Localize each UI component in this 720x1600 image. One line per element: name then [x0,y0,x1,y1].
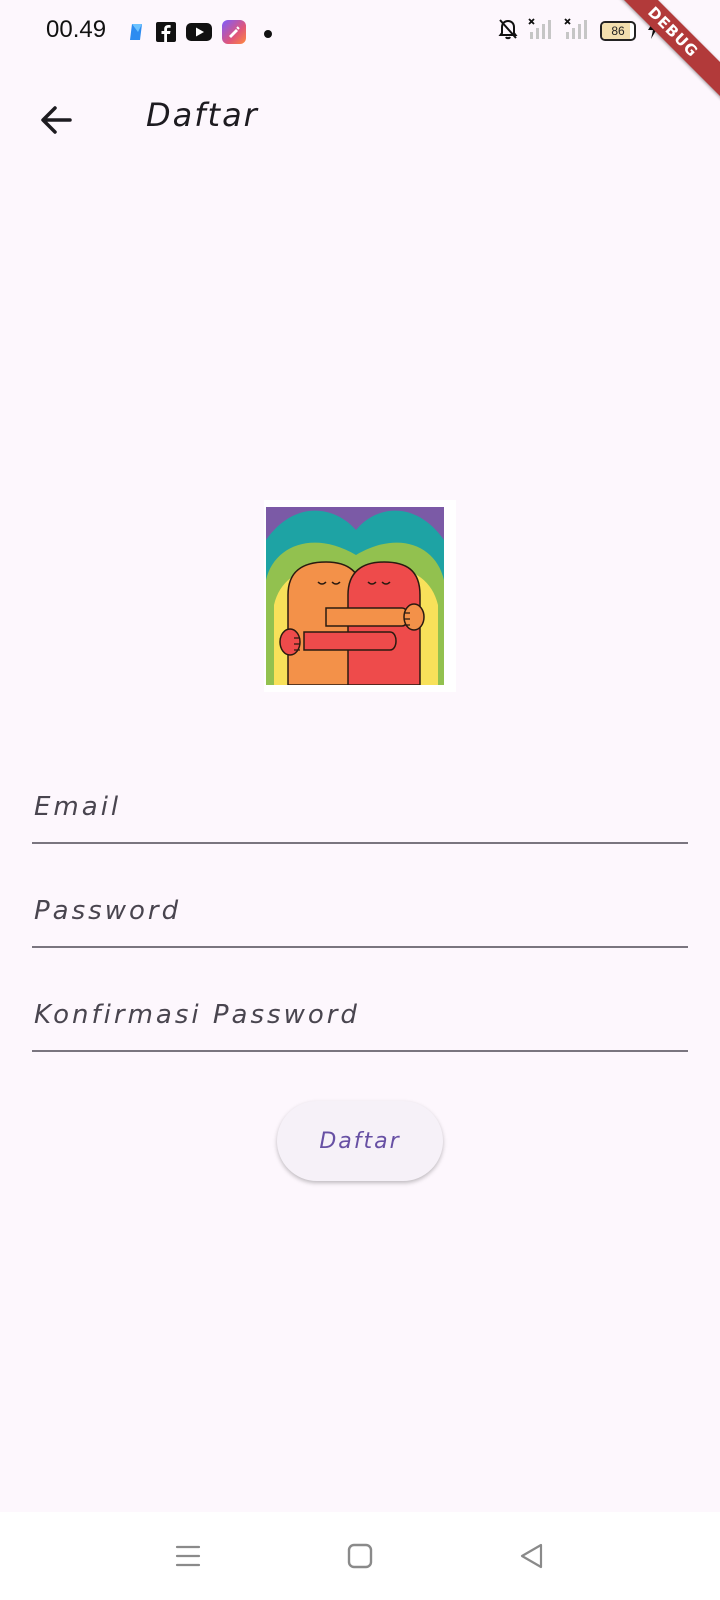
bell-off-icon [498,18,518,44]
menu-icon [175,1545,201,1567]
recent-apps-button[interactable] [166,1534,210,1578]
battery-icon: 86 [600,21,636,41]
email-field[interactable] [32,744,688,844]
signal-icon [528,18,554,44]
youtube-icon [186,22,212,46]
system-back-button[interactable] [510,1534,554,1578]
app-icon [126,22,146,46]
email-input[interactable] [32,744,688,842]
home-button[interactable] [338,1534,382,1578]
confirm-password-field[interactable] [32,952,688,1052]
system-status-icons: 86 [498,18,660,44]
password-field[interactable] [32,848,688,948]
hug-illustration [264,500,456,692]
notification-icons [126,20,272,48]
app-bar: Daftar [0,64,720,176]
arrow-back-icon [41,106,72,134]
signal-icon [564,18,590,44]
battery-level: 86 [611,24,625,38]
system-navigation-bar [0,1512,720,1600]
app-icon [222,20,246,48]
register-button[interactable]: Daftar [277,1101,443,1181]
square-home-icon [347,1543,373,1569]
more-notifications-dot [264,30,272,38]
status-bar: 00.49 86 DEBUG [0,0,720,101]
status-time: 00.49 [46,16,107,43]
facebook-icon [156,22,176,46]
confirm-password-input[interactable] [32,952,688,1050]
triangle-back-icon [520,1543,543,1569]
password-input[interactable] [32,848,688,946]
page-title: Daftar [146,96,259,134]
back-button[interactable] [24,88,88,152]
